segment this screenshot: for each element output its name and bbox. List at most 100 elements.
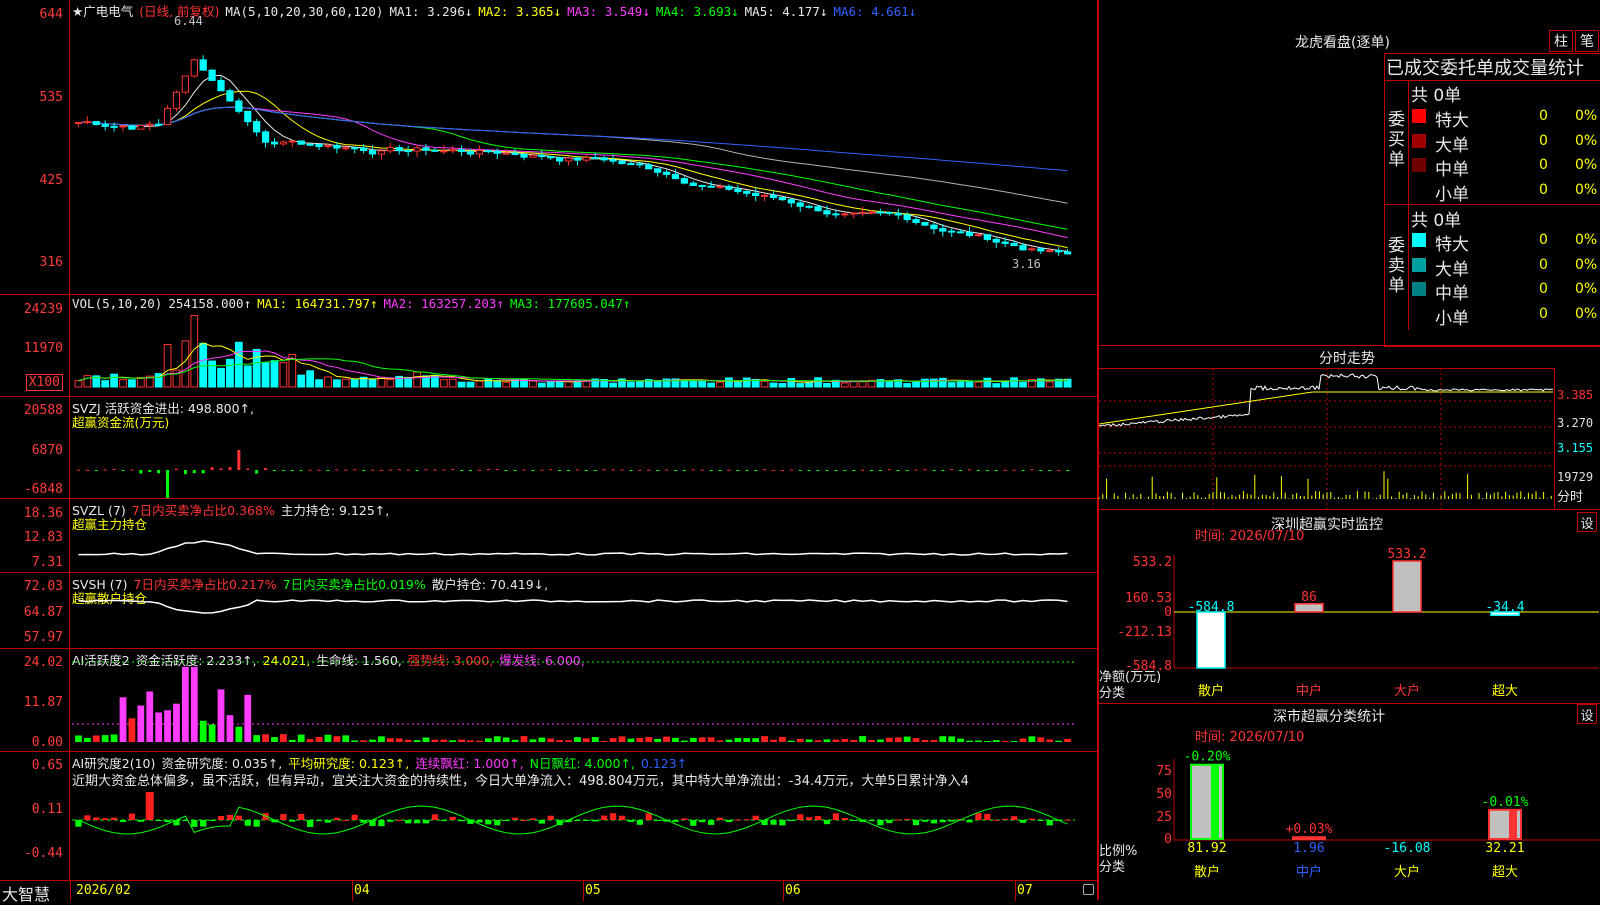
activity-bar <box>805 739 813 742</box>
candle-body <box>74 122 83 125</box>
flow-bar <box>148 470 152 473</box>
activity-bar <box>582 738 590 742</box>
research-bar <box>1010 816 1018 820</box>
flow-bar <box>1066 470 1070 471</box>
candle-body <box>101 124 109 127</box>
flow-bar <box>388 469 392 471</box>
research-bar <box>601 815 608 820</box>
volume-bar <box>484 378 493 388</box>
flow-bar <box>76 469 80 471</box>
activity-bar <box>841 738 849 742</box>
volume-bar <box>315 379 323 388</box>
activity-bar <box>306 739 314 742</box>
dragon-title: 龙虎看盘(逐单) <box>1295 35 1390 51</box>
flow-bar <box>531 470 535 471</box>
candle-body <box>547 156 555 159</box>
flow-bar <box>718 470 722 471</box>
intraday-panel[interactable]: 分时走势 3.385 3.270 3.155 19729 分时 <box>1098 345 1600 510</box>
class-category: 散户 <box>1194 864 1220 880</box>
research-bar <box>351 814 358 820</box>
svzl-panel[interactable]: 18.36 12.83 7.31 SVZL (7) 7日内买卖净占比0.368% 主… <box>0 499 1097 573</box>
candle-body <box>288 140 296 143</box>
ma-line <box>78 106 1068 230</box>
activity-bar <box>164 710 171 742</box>
candle-body <box>974 234 983 237</box>
flow-bar <box>344 469 348 471</box>
holding-line <box>78 599 1068 614</box>
tick-mode-button[interactable]: 笔 <box>1575 30 1599 52</box>
research-bar <box>690 820 697 826</box>
volume-bar <box>190 315 199 388</box>
ai-activity-panel[interactable]: 24.02 11.87 0.00 AI活跃度2 资金活跃度: 2.233↑, 24.… <box>0 649 1097 752</box>
stat-row: 小单 0 0% <box>1409 180 1599 205</box>
activity-bar <box>324 734 332 742</box>
date-label: 07 <box>1017 883 1033 898</box>
flow-bar <box>932 470 936 471</box>
volume-bar <box>217 367 225 388</box>
candle-body <box>279 141 288 145</box>
flow-bar <box>673 470 677 471</box>
activity-bar <box>930 740 938 742</box>
flow-bar <box>620 469 624 471</box>
research-bar <box>520 819 528 821</box>
flow-bar <box>210 467 214 470</box>
stat-row: 特大 0 0% <box>1409 106 1599 131</box>
candle-body <box>939 228 947 232</box>
research-chart <box>72 792 1075 835</box>
research-bar <box>422 820 430 824</box>
flow-bar <box>513 470 517 471</box>
bar-mode-button[interactable]: 柱 <box>1549 30 1573 52</box>
candle-body <box>538 154 546 158</box>
flow-bar <box>647 469 651 471</box>
activity-bar <box>520 736 528 742</box>
activity-bar <box>725 739 733 742</box>
sz-monitor-chart: 533.2 160.530 -212.13 -584.8 -584.8 散户 86 中户 533… <box>1117 547 1599 699</box>
class-tick: 25 <box>1156 810 1172 825</box>
flow-bar <box>174 468 178 470</box>
stat-value: 0 <box>1539 132 1548 149</box>
candle-body <box>841 213 849 216</box>
research-bar <box>128 813 136 820</box>
activity-bar <box>591 737 599 742</box>
candle-body <box>377 150 386 155</box>
monitor-value: -34.4 <box>1485 600 1524 615</box>
research-bar <box>1037 820 1044 821</box>
class-bar-stripe <box>1211 764 1219 839</box>
research-bar <box>752 815 759 820</box>
activity-bar <box>288 739 296 742</box>
volume-bar <box>778 383 787 388</box>
research-bar <box>1002 818 1009 820</box>
intraday-chart <box>1098 368 1554 509</box>
ai-research-panel[interactable]: 0.65 0.11 -0.44 AI研究度2(10) 资金研究度: 0.035↑,… <box>0 752 1097 880</box>
volume-panel[interactable]: 24239 11970 X100 VOL(5,10,20) 254158.000↑… <box>0 295 1097 397</box>
lock-icon[interactable] <box>1083 884 1094 895</box>
flow-bar <box>575 469 579 471</box>
stat-value: 0 <box>1539 305 1548 322</box>
activity-bar <box>128 718 136 742</box>
flow-bar <box>700 469 704 471</box>
class-value: 81.92 <box>1187 841 1226 856</box>
candle-body <box>1055 250 1063 253</box>
svsh-panel[interactable]: 72.03 64.87 57.97 SVSH (7) 7日内买卖净占比0.217%… <box>0 573 1097 649</box>
volume-bar <box>823 383 831 388</box>
research-bar <box>814 816 822 820</box>
flow-bar <box>558 470 562 471</box>
price-panel[interactable]: 644 535 425 316 ★广电电气 (日线, 前复权) MA(5,10,20… <box>0 0 1097 295</box>
flow-bar <box>335 469 339 471</box>
research-bar <box>200 820 207 827</box>
candle-body <box>431 149 439 152</box>
candle-body <box>422 147 430 151</box>
candle-body <box>217 79 225 92</box>
candle-body <box>814 206 822 212</box>
candle-body <box>930 224 938 230</box>
activity-bar <box>1028 736 1036 742</box>
activity-bar <box>663 736 670 742</box>
research-bar <box>877 820 884 826</box>
research-bar <box>868 820 875 822</box>
volume-bar <box>974 381 983 388</box>
svzj-panel[interactable]: 20588 6870 -6848 SVZJ 活跃资金进出: 498.800↑, … <box>0 397 1097 499</box>
research-bar <box>1028 818 1036 820</box>
volume-bar <box>128 379 136 388</box>
candle-body <box>769 194 778 198</box>
ma-line <box>78 90 1068 249</box>
